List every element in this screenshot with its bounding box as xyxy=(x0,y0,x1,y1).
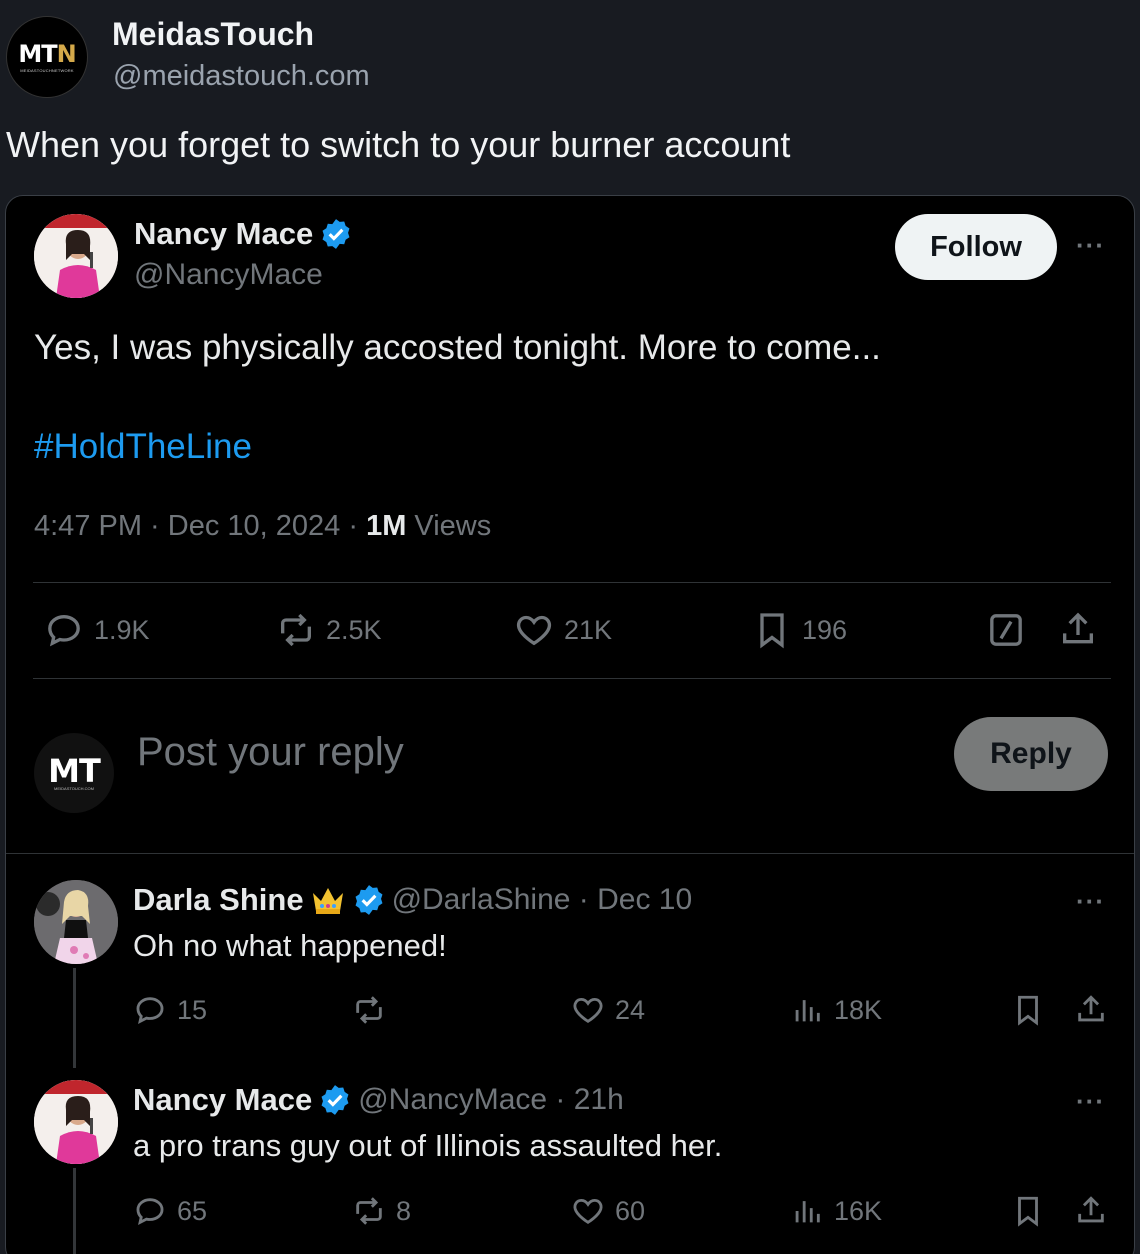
reply-input[interactable]: Post your reply xyxy=(137,730,404,775)
bookmark-action[interactable] xyxy=(1011,993,1045,1027)
reply-count: 65 xyxy=(177,1195,208,1226)
bookmark-action[interactable] xyxy=(1011,1194,1045,1228)
tweet-timestamp[interactable]: 4:47 PM · Dec 10, 2024 · xyxy=(34,510,366,542)
verified-icon xyxy=(355,885,383,915)
divider xyxy=(33,582,1111,583)
views-action[interactable]: 18K xyxy=(790,993,882,1027)
follow-button[interactable]: Follow xyxy=(895,214,1057,280)
tweet-author-handle[interactable]: @NancyMace xyxy=(134,258,323,292)
views-icon xyxy=(795,1201,820,1223)
like-icon xyxy=(573,1198,603,1224)
repost-icon xyxy=(356,996,382,1024)
views-count: 16K xyxy=(834,1195,883,1226)
more-options-icon[interactable]: ··· xyxy=(1076,230,1105,261)
share-icon xyxy=(1063,612,1093,644)
repost-icon xyxy=(356,1197,382,1225)
tweet-views-count: 1M xyxy=(366,510,407,542)
bookmark-count: 196 xyxy=(802,614,848,645)
outer-post-header: MTN MEIDASTOUCHNETWORK MeidasTouch @meid… xyxy=(0,0,1140,110)
mt-logo: MT xyxy=(48,751,101,790)
repost-count: 2.5K xyxy=(326,614,382,645)
reply-handle-time[interactable]: @DarlaShine · Dec 10 xyxy=(392,883,693,917)
reply-action[interactable]: 65 xyxy=(133,1194,207,1228)
repost-action[interactable]: 2.5K xyxy=(276,610,382,650)
reply-icon xyxy=(136,1198,164,1225)
thread-line xyxy=(73,968,76,1068)
outer-author-name[interactable]: MeidasTouch xyxy=(112,16,314,53)
tweet-hashtag[interactable]: #HoldTheLine xyxy=(34,427,252,467)
bookmark-icon xyxy=(760,613,784,649)
darla-shine-avatar[interactable] xyxy=(34,880,118,964)
reply-action[interactable]: 15 xyxy=(133,993,207,1027)
reply-more-icon[interactable]: ··· xyxy=(1076,886,1105,917)
divider xyxy=(33,678,1111,679)
reply-text: a pro trans guy out of Illinois assaulte… xyxy=(133,1128,723,1163)
reply-action[interactable]: 1.9K xyxy=(44,610,150,650)
like-action[interactable]: 60 xyxy=(571,1194,645,1228)
mt-logo-sub: MEIDASTOUCH.COM xyxy=(54,785,94,791)
reply-button[interactable]: Reply xyxy=(954,717,1108,791)
reply-icon xyxy=(136,997,164,1024)
tweet-author-name-text: Nancy Mace xyxy=(134,216,314,251)
repost-icon xyxy=(281,613,311,647)
repost-action[interactable]: 8 xyxy=(352,1194,411,1228)
tweet-views-label: Views xyxy=(406,510,492,542)
like-action[interactable]: 21K xyxy=(514,610,612,650)
share-action[interactable] xyxy=(1074,1194,1108,1228)
repost-action[interactable] xyxy=(352,993,396,1027)
mtn-logo-sub: MEIDASTOUCHNETWORK xyxy=(20,67,74,73)
reply-text: Oh no what happened! xyxy=(133,928,447,963)
mtn-logo: MTN xyxy=(18,39,76,68)
reply-count: 15 xyxy=(177,994,208,1025)
like-action[interactable]: 24 xyxy=(571,993,645,1027)
verified-icon xyxy=(321,1085,349,1115)
reply-author-name[interactable]: Nancy Mace @NancyMace · 21h xyxy=(133,1082,624,1118)
outer-author-handle[interactable]: @meidastouch.com xyxy=(113,60,370,93)
bookmark-action[interactable]: 196 xyxy=(752,610,847,650)
tweet-author-name[interactable]: Nancy Mace xyxy=(134,216,353,252)
reply-more-icon[interactable]: ··· xyxy=(1076,1086,1105,1117)
outer-post-text: When you forget to switch to your burner… xyxy=(6,124,791,165)
nancy-mace-avatar[interactable] xyxy=(34,1080,118,1164)
bookmark-icon xyxy=(1018,1196,1038,1227)
reply-author-name[interactable]: Darla Shine @DarlaShine · Dec 10 xyxy=(133,882,692,918)
composer-avatar[interactable]: MT MEIDASTOUCH.COM xyxy=(34,733,114,813)
crown-icon xyxy=(312,888,343,914)
share-action[interactable] xyxy=(1058,610,1098,650)
reply-author-name-text: Darla Shine xyxy=(133,882,304,917)
reply-author-name-text: Nancy Mace xyxy=(133,1082,313,1117)
nancy-mace-avatar[interactable] xyxy=(34,214,118,298)
share-icon xyxy=(1078,1196,1104,1223)
thread-line xyxy=(73,1168,76,1254)
share-action[interactable] xyxy=(1074,993,1108,1027)
grok-action[interactable] xyxy=(986,610,1026,650)
views-action[interactable]: 16K xyxy=(790,1194,882,1228)
like-icon xyxy=(516,615,552,646)
like-count: 24 xyxy=(615,994,646,1025)
repost-count: 8 xyxy=(396,1195,412,1226)
embedded-tweet-card: Nancy Mace @NancyMace Follow ··· Yes, I … xyxy=(5,195,1135,1254)
divider xyxy=(6,853,1134,854)
meidastouch-avatar[interactable]: MTN MEIDASTOUCHNETWORK xyxy=(6,16,88,98)
reply-icon xyxy=(48,614,80,647)
views-icon xyxy=(795,1000,820,1022)
reply-count: 1.9K xyxy=(94,614,150,645)
reply-handle-time[interactable]: @NancyMace · 21h xyxy=(358,1083,624,1117)
tweet-meta: 4:47 PM · Dec 10, 2024 · 1M Views xyxy=(34,510,491,543)
bookmark-icon xyxy=(1018,995,1038,1026)
like-count: 21K xyxy=(564,614,613,645)
grok-icon xyxy=(990,614,1022,646)
like-icon xyxy=(573,997,603,1023)
views-count: 18K xyxy=(834,994,883,1025)
share-icon xyxy=(1078,995,1104,1022)
tweet-text: Yes, I was physically accosted tonight. … xyxy=(34,328,881,367)
like-count: 60 xyxy=(615,1195,646,1226)
verified-icon xyxy=(322,219,350,249)
